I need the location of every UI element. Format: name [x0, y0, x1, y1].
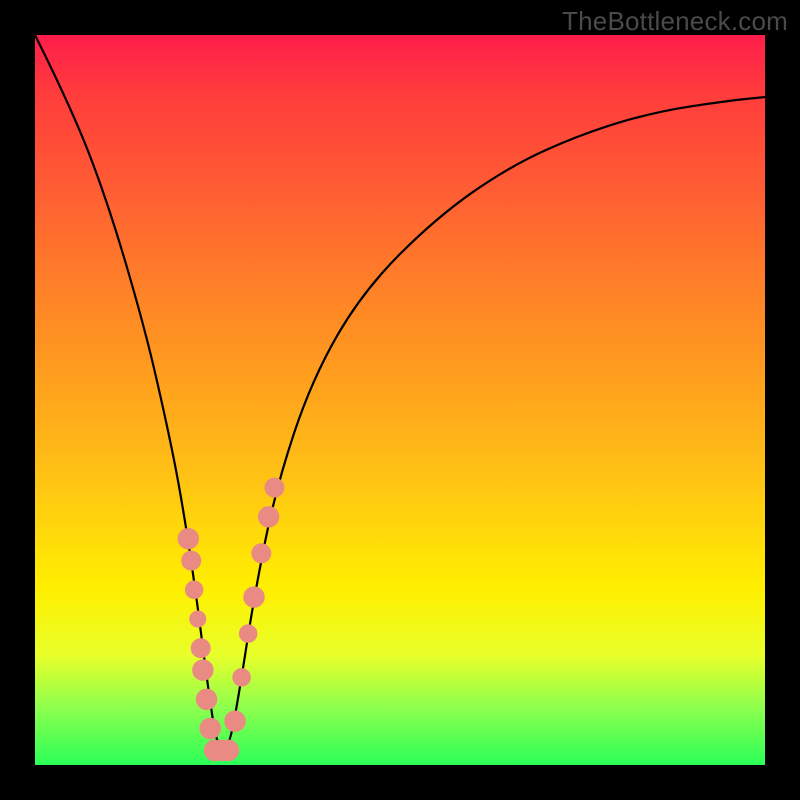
- bottleneck-curve: [35, 35, 765, 750]
- data-marker: [200, 718, 220, 738]
- data-marker: [233, 669, 251, 687]
- data-marker: [185, 581, 203, 599]
- data-marker: [258, 507, 278, 527]
- data-marker: [196, 689, 216, 709]
- data-marker: [244, 587, 264, 607]
- data-marker: [190, 611, 206, 627]
- data-marker: [252, 544, 271, 563]
- watermark-text: TheBottleneck.com: [562, 6, 788, 37]
- data-marker: [225, 711, 245, 731]
- curve-svg: [35, 35, 765, 765]
- plot-area: [35, 35, 765, 765]
- data-marker: [178, 528, 198, 548]
- chart-frame: TheBottleneck.com: [0, 0, 800, 800]
- data-marker: [193, 660, 213, 680]
- data-marker: [239, 625, 257, 643]
- data-marker: [182, 551, 201, 570]
- data-marker: [191, 639, 210, 658]
- marker-layer: [178, 478, 284, 761]
- data-marker: [265, 478, 284, 497]
- data-marker: [218, 740, 238, 760]
